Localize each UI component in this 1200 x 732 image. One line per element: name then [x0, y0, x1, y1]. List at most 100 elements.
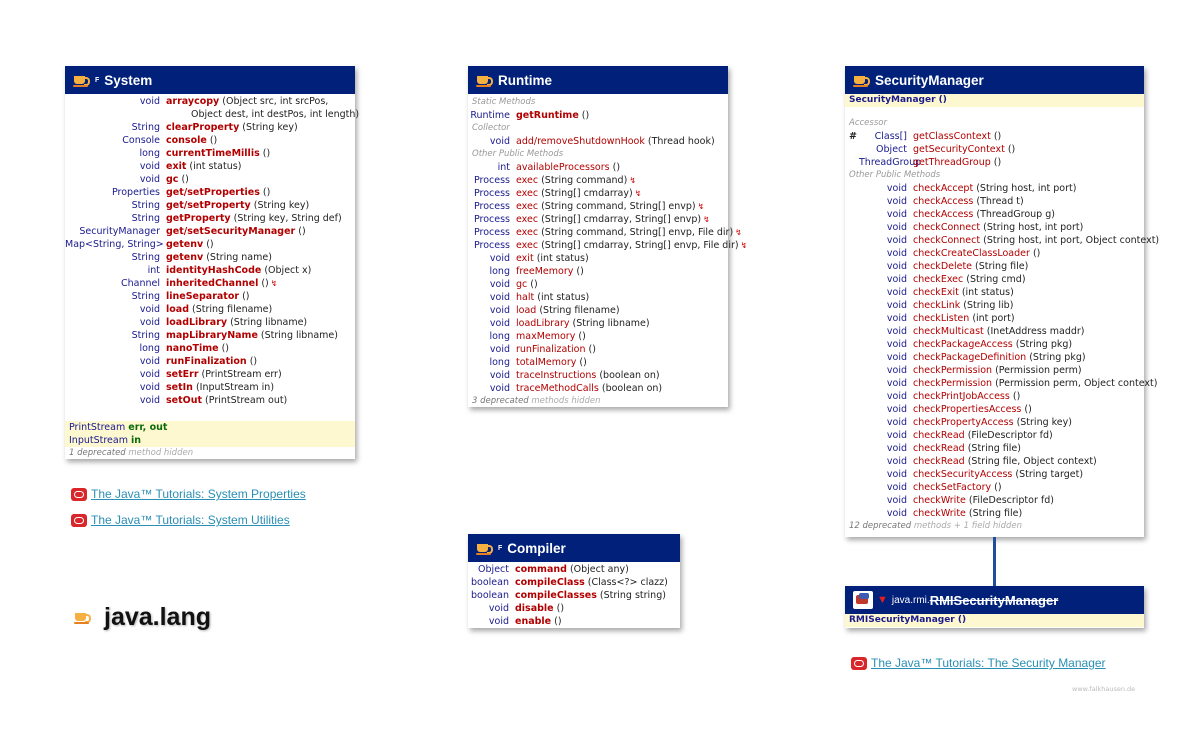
- method-name[interactable]: exec: [516, 213, 538, 226]
- method-row[interactable]: void checkPropertyAccess (String key): [845, 416, 1144, 429]
- method-name[interactable]: exit: [166, 160, 186, 173]
- method-name[interactable]: arraycopy: [166, 95, 219, 108]
- method-row[interactable]: void checkPermission (Permission perm): [845, 364, 1144, 377]
- method-name[interactable]: console: [166, 134, 207, 147]
- tutorial-link-security-manager[interactable]: The Java™ Tutorials: The Security Manage…: [851, 657, 1106, 670]
- method-row[interactable]: int identityHashCode (Object x): [65, 264, 355, 277]
- method-name[interactable]: runFinalization: [166, 355, 247, 368]
- method-row[interactable]: void gc (): [65, 173, 355, 186]
- method-name[interactable]: getSecurityContext: [913, 143, 1005, 156]
- method-row[interactable]: long totalMemory (): [468, 356, 728, 369]
- method-row[interactable]: void checkAccess (Thread t): [845, 195, 1144, 208]
- method-row[interactable]: void setErr (PrintStream err): [65, 368, 355, 381]
- method-row[interactable]: void checkAccess (ThreadGroup g): [845, 208, 1144, 221]
- method-row[interactable]: void loadLibrary (String libname): [468, 317, 728, 330]
- method-row[interactable]: void checkCreateClassLoader (): [845, 247, 1144, 260]
- method-row[interactable]: void arraycopy (Object src, int srcPos,: [65, 95, 355, 108]
- method-row[interactable]: Process exec (String command, String[] en…: [468, 200, 728, 213]
- method-name[interactable]: get/setProperties: [166, 186, 260, 199]
- link-text[interactable]: The Java™ Tutorials: System Properties: [91, 488, 306, 501]
- method-row[interactable]: void exit (int status): [65, 160, 355, 173]
- method-row[interactable]: # Class[] getClassContext (): [845, 130, 1144, 143]
- field-names[interactable]: err, out: [128, 421, 167, 434]
- method-row[interactable]: int availableProcessors (): [468, 161, 728, 174]
- method-name[interactable]: checkPermission: [913, 377, 992, 390]
- tutorial-link-system-properties[interactable]: The Java™ Tutorials: System Properties: [71, 488, 306, 501]
- method-name[interactable]: setErr: [166, 368, 199, 381]
- method-row[interactable]: Object command (Object any): [468, 563, 680, 576]
- method-name[interactable]: checkSecurityAccess: [913, 468, 1012, 481]
- method-row[interactable]: String clearProperty (String key): [65, 121, 355, 134]
- method-row[interactable]: void checkPropertiesAccess (): [845, 403, 1144, 416]
- method-name[interactable]: checkAccept: [913, 182, 973, 195]
- method-name[interactable]: exec: [516, 187, 538, 200]
- method-row[interactable]: boolean compileClasses (String string): [468, 589, 680, 602]
- method-row[interactable]: Process exec (String[] cmdarray, String[]…: [468, 213, 728, 226]
- method-row[interactable]: void checkSecurityAccess (String target): [845, 468, 1144, 481]
- method-name[interactable]: load: [166, 303, 189, 316]
- method-name[interactable]: get/setProperty: [166, 199, 251, 212]
- method-name[interactable]: checkPropertiesAccess: [913, 403, 1021, 416]
- method-name[interactable]: add/removeShutdownHook: [516, 135, 645, 148]
- method-row[interactable]: void checkConnect (String host, int port): [845, 221, 1144, 234]
- method-name[interactable]: loadLibrary: [166, 316, 227, 329]
- method-row[interactable]: void load (String filename): [65, 303, 355, 316]
- method-row[interactable]: void checkPackageAccess (String pkg): [845, 338, 1144, 351]
- method-name[interactable]: checkLink: [913, 299, 960, 312]
- method-row[interactable]: void checkPrintJobAccess (): [845, 390, 1144, 403]
- method-name[interactable]: checkPropertyAccess: [913, 416, 1014, 429]
- method-row[interactable]: void checkExit (int status): [845, 286, 1144, 299]
- method-name[interactable]: checkSetFactory: [913, 481, 991, 494]
- method-row[interactable]: long nanoTime (): [65, 342, 355, 355]
- method-name[interactable]: maxMemory: [516, 330, 575, 343]
- method-row[interactable]: void checkRead (FileDescriptor fd): [845, 429, 1144, 442]
- method-row[interactable]: void runFinalization (): [468, 343, 728, 356]
- method-row[interactable]: Object dest, int destPos, int length): [65, 108, 359, 121]
- method-name[interactable]: mapLibraryName: [166, 329, 258, 342]
- method-name[interactable]: setOut: [166, 394, 202, 407]
- method-row[interactable]: Console console (): [65, 134, 355, 147]
- method-name[interactable]: compileClass: [515, 576, 585, 589]
- class-header-runtime[interactable]: Runtime: [468, 66, 728, 94]
- method-row[interactable]: void checkSetFactory (): [845, 481, 1144, 494]
- method-row[interactable]: void checkWrite (String file): [845, 507, 1144, 520]
- method-name[interactable]: exec: [516, 200, 538, 213]
- method-row[interactable]: Channel inheritedChannel () ↯: [65, 277, 355, 290]
- method-name[interactable]: checkRead: [913, 442, 965, 455]
- method-row[interactable]: long currentTimeMillis (): [65, 147, 355, 160]
- constructor-row[interactable]: SecurityManager (): [845, 94, 1144, 107]
- method-name[interactable]: getRuntime: [516, 109, 579, 122]
- method-name[interactable]: getProperty: [166, 212, 231, 225]
- method-name[interactable]: getClassContext: [913, 130, 991, 143]
- method-name[interactable]: freeMemory: [516, 265, 573, 278]
- method-name[interactable]: load: [516, 304, 536, 317]
- method-name[interactable]: checkPackageAccess: [913, 338, 1013, 351]
- tutorial-link-system-utilities[interactable]: The Java™ Tutorials: System Utilities: [71, 514, 290, 527]
- method-row[interactable]: void checkPermission (Permission perm, Ob…: [845, 377, 1158, 390]
- method-row[interactable]: Process exec (String command, String[] en…: [468, 226, 742, 239]
- method-row[interactable]: SecurityManager get/setSecurityManager (): [65, 225, 355, 238]
- method-row[interactable]: Map<String, String> getenv (): [65, 238, 355, 251]
- class-header-rmi[interactable]: ▼ java.rmi. RMISecurityManager: [845, 586, 1144, 614]
- method-name[interactable]: exec: [516, 226, 538, 239]
- method-name[interactable]: lineSeparator: [166, 290, 239, 303]
- method-name[interactable]: get/setSecurityManager: [166, 225, 295, 238]
- method-name[interactable]: getenv: [166, 251, 203, 264]
- method-row[interactable]: String mapLibraryName (String libname): [65, 329, 355, 342]
- class-header-security-manager[interactable]: SecurityManager: [845, 66, 1144, 94]
- method-name[interactable]: traceInstructions: [516, 369, 596, 382]
- method-row[interactable]: void load (String filename): [468, 304, 728, 317]
- method-row[interactable]: long maxMemory (): [468, 330, 728, 343]
- method-name[interactable]: checkExec: [913, 273, 963, 286]
- method-row[interactable]: ThreadGroup getThreadGroup (): [845, 156, 1144, 169]
- method-name[interactable]: setIn: [166, 381, 193, 394]
- method-name[interactable]: checkExit: [913, 286, 959, 299]
- method-row[interactable]: void setOut (PrintStream out): [65, 394, 355, 407]
- method-name[interactable]: checkRead: [913, 429, 965, 442]
- method-row[interactable]: String lineSeparator (): [65, 290, 355, 303]
- method-name[interactable]: halt: [516, 291, 534, 304]
- method-name[interactable]: availableProcessors: [516, 161, 610, 174]
- method-name[interactable]: checkMulticast: [913, 325, 984, 338]
- method-name[interactable]: getThreadGroup: [913, 156, 991, 169]
- method-name[interactable]: exit: [516, 252, 534, 265]
